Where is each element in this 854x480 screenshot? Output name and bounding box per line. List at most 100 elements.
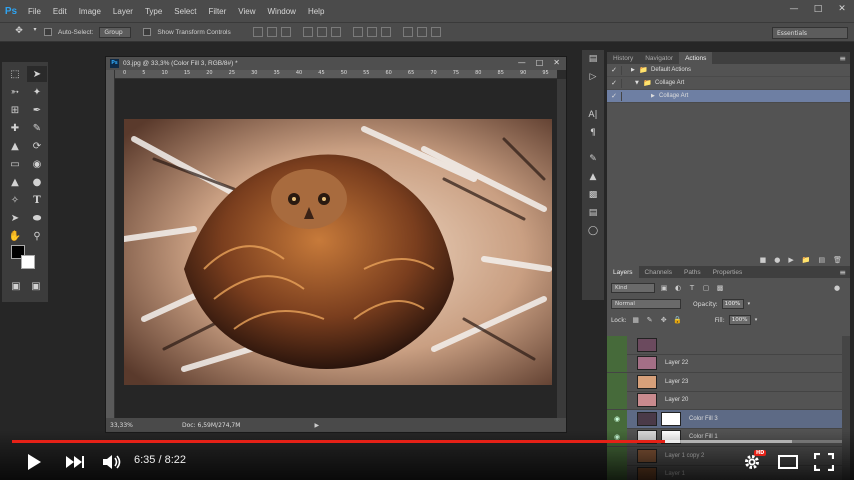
layer-row[interactable]: Layer 22: [607, 354, 842, 373]
layer-row[interactable]: Layer 20: [607, 391, 842, 410]
layer-thumbnail[interactable]: [637, 411, 657, 426]
align-left-icon[interactable]: [302, 27, 313, 37]
eyedropper-icon[interactable]: ✒: [27, 102, 47, 118]
menu-select[interactable]: Select: [168, 7, 202, 16]
menu-filter[interactable]: Filter: [203, 7, 233, 16]
properties-panel-icon[interactable]: ▩: [582, 186, 604, 204]
type-tool-icon[interactable]: T: [27, 192, 47, 208]
zoom-level[interactable]: 33,33%: [110, 422, 136, 429]
lock-transparent-icon[interactable]: ▦: [631, 316, 641, 324]
filter-kind-dropdown[interactable]: Kind: [611, 283, 655, 293]
status-menu-arrow-icon[interactable]: ▶: [314, 422, 319, 429]
actions-panel-icon[interactable]: ▷: [582, 68, 604, 86]
owl-collage-artwork[interactable]: [124, 119, 552, 385]
eye-visibility-icon[interactable]: [607, 372, 627, 391]
shape-tool-icon[interactable]: ⬬: [27, 210, 47, 226]
pen-tool-icon[interactable]: ✧: [5, 192, 25, 208]
document-vertical-scrollbar[interactable]: [557, 79, 566, 418]
background-color-swatch[interactable]: [21, 255, 35, 269]
lock-pixels-icon[interactable]: ✎: [645, 316, 655, 324]
align-center-icon[interactable]: [316, 27, 327, 37]
distribute-bottom-icon[interactable]: [380, 27, 391, 37]
minimize-icon[interactable]: —: [788, 3, 800, 15]
layer-row[interactable]: ◉ Color Fill 3: [607, 409, 842, 429]
panel-menu-icon[interactable]: ≡: [839, 54, 846, 63]
clone-source-icon[interactable]: ▲: [582, 168, 604, 186]
doc-minimize-icon[interactable]: —: [518, 58, 526, 67]
healing-brush-icon[interactable]: ✚: [5, 120, 25, 136]
delete-icon[interactable]: 🗑: [833, 256, 842, 264]
fill-input[interactable]: 100%: [728, 315, 751, 325]
doc-close-icon[interactable]: ✕: [553, 58, 560, 67]
progress-bar[interactable]: [12, 440, 842, 443]
character-panel-icon[interactable]: A|: [582, 106, 604, 124]
menu-help[interactable]: Help: [302, 7, 330, 16]
canvas-area[interactable]: [115, 79, 557, 418]
lock-position-icon[interactable]: ✥: [659, 316, 669, 324]
expand-arrow-icon[interactable]: ▶: [651, 93, 659, 99]
play-button[interactable]: [22, 446, 46, 478]
action-row[interactable]: ✓ ▶ Collage Art: [607, 90, 850, 103]
kuler-icon[interactable]: ◯: [582, 222, 604, 240]
stop-icon[interactable]: ■: [760, 256, 767, 264]
dialog-toggle[interactable]: [621, 78, 631, 88]
dodge-tool-icon[interactable]: ●: [27, 174, 47, 190]
layer-thumbnail[interactable]: [637, 374, 657, 389]
doc-maximize-icon[interactable]: □: [536, 58, 544, 67]
history-brush-icon[interactable]: ⟳: [27, 138, 47, 154]
tab-navigator[interactable]: Navigator: [639, 52, 679, 64]
history-panel-icon[interactable]: ▤: [582, 50, 604, 68]
menu-layer[interactable]: Layer: [107, 7, 139, 16]
menu-image[interactable]: Image: [73, 7, 107, 16]
menu-edit[interactable]: Edit: [47, 7, 73, 16]
distribute-right-icon[interactable]: [430, 27, 441, 37]
path-selection-icon[interactable]: ➤: [5, 210, 25, 226]
check-icon[interactable]: ✓: [607, 66, 621, 74]
crop-tool-icon[interactable]: ⊞: [5, 102, 25, 118]
paint-bucket-icon[interactable]: ◉: [27, 156, 47, 172]
lock-all-icon[interactable]: 🔒: [673, 316, 683, 324]
brush-tool-icon[interactable]: ✎: [27, 120, 47, 136]
theater-mode-button[interactable]: [776, 446, 800, 478]
lasso-tool-icon[interactable]: ➳: [5, 84, 25, 100]
menu-window[interactable]: Window: [262, 7, 302, 16]
new-set-icon[interactable]: 📁: [802, 256, 811, 264]
layer-mask-thumbnail[interactable]: [661, 411, 681, 426]
dialog-toggle[interactable]: [621, 65, 631, 75]
distribute-middle-icon[interactable]: [366, 27, 377, 37]
screen-mode-icon[interactable]: ▣: [26, 278, 46, 294]
quick-mask-icon[interactable]: ▣: [6, 278, 26, 294]
layer-thumbnail[interactable]: [637, 337, 657, 352]
align-middle-icon[interactable]: [266, 27, 277, 37]
layer-name[interactable]: Layer 20: [665, 397, 688, 403]
filter-type-icon[interactable]: T: [687, 284, 697, 292]
close-icon[interactable]: ✕: [836, 3, 848, 15]
dialog-toggle[interactable]: [621, 91, 631, 101]
auto-select-checkbox[interactable]: [44, 28, 52, 36]
tab-properties[interactable]: Properties: [707, 266, 749, 278]
auto-select-dropdown[interactable]: Group: [99, 26, 132, 38]
document-titlebar[interactable]: Ps 03.jpg @ 33,3% (Color Fill 3, RGB/8#)…: [106, 57, 566, 70]
eye-visibility-icon[interactable]: [607, 336, 627, 354]
paragraph-panel-icon[interactable]: ¶: [582, 124, 604, 142]
next-button[interactable]: [62, 446, 88, 478]
eye-visibility-icon[interactable]: [607, 391, 627, 410]
collapse-arrow-icon[interactable]: ▼: [635, 80, 643, 86]
magic-wand-icon[interactable]: ✦: [27, 84, 47, 100]
move-tool-icon[interactable]: ✥: [12, 26, 26, 38]
action-row[interactable]: ✓ ▼ 📁 Collage Art: [607, 77, 850, 90]
align-bottom-icon[interactable]: [280, 27, 291, 37]
notes-panel-icon[interactable]: ▤: [582, 204, 604, 222]
layer-thumbnail[interactable]: [637, 393, 657, 408]
chevron-down-icon[interactable]: ▾: [755, 317, 758, 323]
menu-view[interactable]: View: [232, 7, 261, 16]
new-action-icon[interactable]: ▤: [818, 256, 825, 264]
show-transform-checkbox[interactable]: [143, 28, 152, 36]
blur-tool-icon[interactable]: ▲: [5, 174, 25, 190]
layer-row[interactable]: [607, 336, 842, 355]
hand-tool-icon[interactable]: ✋: [5, 228, 25, 244]
clone-stamp-icon[interactable]: ▲: [5, 138, 25, 154]
play-icon[interactable]: ▶: [788, 256, 793, 264]
blend-mode-dropdown[interactable]: Normal: [611, 299, 681, 309]
marquee-tool-icon[interactable]: ⬚: [5, 66, 25, 82]
